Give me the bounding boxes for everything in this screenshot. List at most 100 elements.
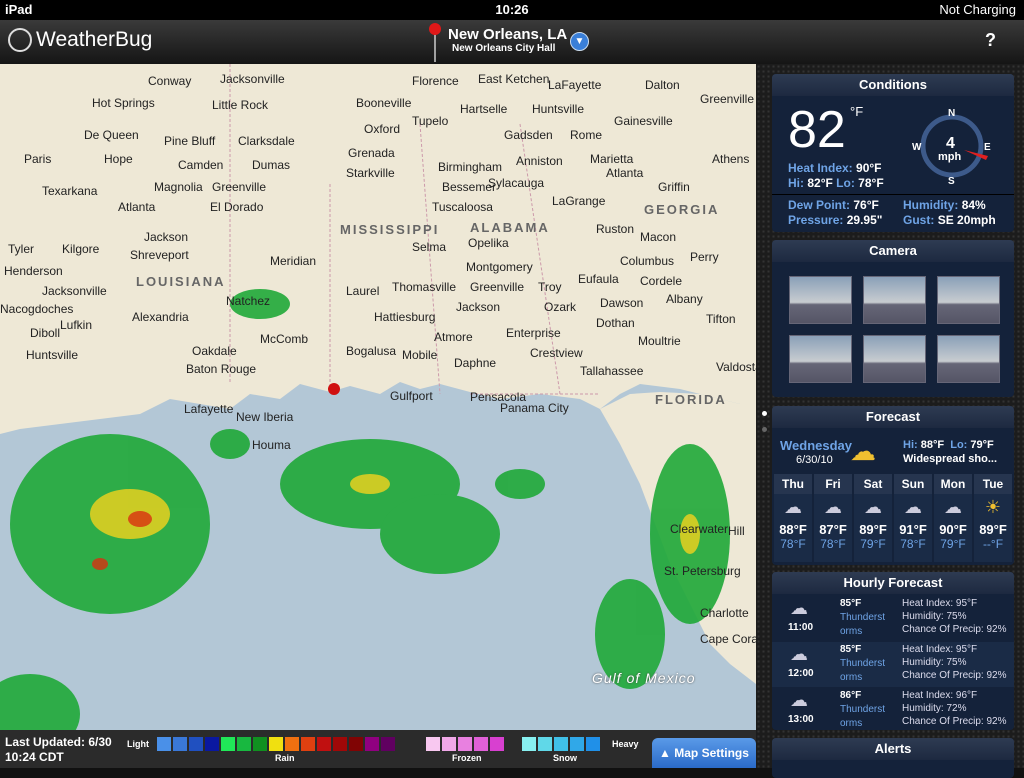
forecast-day[interactable]: Tue ☀ 89°F --°F	[974, 474, 1012, 562]
city-label: Greenville	[700, 92, 755, 106]
forecast-day[interactable]: Fri ☁ 87°F 78°F	[814, 474, 852, 562]
city-label: Enterprise	[506, 326, 561, 340]
panel-title: Camera	[772, 240, 1014, 262]
current-temp: 82	[788, 101, 846, 159]
forecast-panel[interactable]: Forecast Wednesday 6/30/10 ☁ Hi: 88°F Lo…	[772, 406, 1014, 565]
thunderstorm-icon: ☁	[784, 497, 802, 517]
hour-temp: 86°F	[840, 690, 862, 701]
forecast-summary: Widespread sho...	[903, 453, 998, 465]
day-high: 89°F	[979, 522, 1007, 537]
location-dropdown-button[interactable]: ▼	[570, 32, 589, 51]
city-label: Moultrie	[638, 334, 681, 348]
thunderstorm-sun-icon: ☁	[850, 436, 876, 466]
hourly-forecast-panel[interactable]: Hourly Forecast ☁ 11:00 85°F Thunderst orms…	[772, 572, 1014, 730]
alerts-panel[interactable]: Alerts	[772, 738, 1014, 778]
city-label: East Ketchen	[478, 72, 550, 86]
legend-swatch	[365, 737, 379, 751]
day-name: Mon	[934, 474, 972, 494]
city-label: Clarksdale	[238, 134, 295, 148]
location-selector[interactable]: New Orleans, LA New Orleans City Hall	[448, 26, 567, 54]
city-label: Conway	[148, 74, 192, 88]
water-label: Gulf of Mexico	[592, 670, 696, 686]
city-label: Atlanta	[606, 166, 644, 180]
camera-thumbnail[interactable]	[937, 276, 1000, 324]
day-low: 78°F	[820, 537, 846, 551]
hour-precip: Chance Of Precip: 92%	[902, 670, 1007, 681]
conditions-panel[interactable]: Conditions 82 °F Heat Index: 90°F Hi: 82…	[772, 74, 1014, 232]
city-label: Pine Bluff	[164, 134, 216, 148]
forecast-day[interactable]: Sun ☁ 91°F 78°F	[894, 474, 932, 562]
pressure-label: Pressure:	[788, 213, 844, 227]
forecast-day[interactable]: Thu ☁ 88°F 78°F	[774, 474, 812, 562]
page-indicator-active[interactable]	[762, 411, 767, 416]
hourly-row[interactable]: ☁ 13:00 86°F Thunderst orms Heat Index: 96°…	[772, 688, 1014, 730]
hour-temp: 85°F	[840, 598, 862, 609]
city-label: Henderson	[4, 264, 63, 278]
location-marker	[328, 383, 340, 395]
legend-snow: Snow	[553, 753, 577, 763]
city-label: Bogalusa	[346, 344, 397, 358]
legend-rain: Rain	[275, 753, 295, 763]
city-label: Natchez	[226, 294, 271, 308]
help-button[interactable]: ?	[985, 30, 996, 51]
city-label: Rome	[570, 128, 603, 142]
radar-legend: Last Updated: 6/30 10:24 CDT Light Heavy …	[0, 730, 756, 768]
legend-swatch	[157, 737, 171, 751]
updated-time: 10:24 CDT	[5, 750, 64, 764]
radar-map[interactable]: LOUISIANA MISSISSIPPI ALABAMA GEORGIA FL…	[0, 64, 756, 730]
camera-thumbnail[interactable]	[789, 276, 852, 324]
day-name: Fri	[814, 474, 852, 494]
hour-time: 13:00	[788, 714, 814, 725]
map-settings-button[interactable]: ▲ Map Settings	[652, 738, 756, 768]
city-label: Paris	[24, 152, 52, 166]
day-name: Thu	[774, 474, 812, 494]
location-name: New Orleans, LA	[448, 26, 568, 43]
camera-thumbnail[interactable]	[863, 335, 926, 383]
hourly-row[interactable]: ☁ 11:00 85°F Thunderst orms Heat Index: 95°…	[772, 596, 1014, 641]
forecast-day[interactable]: Mon ☁ 90°F 79°F	[934, 474, 972, 562]
forecast-day[interactable]: Sat ☁ 89°F 79°F	[854, 474, 892, 562]
temp-unit: °F	[850, 104, 864, 119]
city-label: Huntsville	[532, 102, 585, 116]
city-label: Tallahassee	[580, 364, 644, 378]
city-label: Hartselle	[460, 102, 508, 116]
city-label: Jacksonville	[220, 72, 285, 86]
legend-swatch	[333, 737, 347, 751]
city-label: Dawson	[600, 296, 644, 310]
city-label: Camden	[178, 158, 224, 172]
hourly-row[interactable]: ☁ 12:00 85°F Thunderst orms Heat Index: 95°…	[772, 642, 1014, 687]
legend-swatch	[317, 737, 331, 751]
svg-text:S: S	[948, 176, 955, 187]
clock: 10:26	[495, 2, 529, 17]
dew-point: 76°F	[853, 198, 879, 212]
legend-swatch	[538, 737, 552, 751]
legend-swatch	[586, 737, 600, 751]
camera-thumbnail[interactable]	[863, 276, 926, 324]
city-label: LaGrange	[552, 194, 606, 208]
city-label: Opelika	[468, 236, 509, 250]
battery-status: Not Charging	[939, 2, 1016, 17]
city-label: Ruston	[596, 222, 635, 236]
city-label: Marietta	[590, 152, 634, 166]
gust: SE 20mph	[937, 213, 996, 227]
city-label: Daphne	[454, 356, 497, 370]
legend-swatch	[237, 737, 251, 751]
panel-title: Hourly Forecast	[772, 572, 1014, 594]
legend-swatch	[570, 737, 584, 751]
city-label: Cordele	[640, 274, 683, 288]
nav-bar: WeatherBug New Orleans, LA New Orleans C…	[0, 20, 1024, 64]
camera-thumbnail[interactable]	[937, 335, 1000, 383]
page-indicator[interactable]	[762, 427, 767, 432]
last-updated: Last Updated: 6/30 10:24 CDT	[5, 735, 112, 765]
city-label: Booneville	[356, 96, 412, 110]
camera-panel[interactable]: Camera	[772, 240, 1014, 397]
city-label: Perry	[690, 250, 719, 264]
hour-condition: orms	[840, 672, 863, 683]
camera-thumbnail[interactable]	[789, 335, 852, 383]
city-label: Oxford	[364, 122, 401, 136]
hour-condition: Thunderst	[840, 704, 886, 715]
city-label: Jackson	[456, 300, 501, 314]
legend-swatch	[221, 737, 235, 751]
city-label: Jackson	[144, 230, 189, 244]
legend-swatch	[205, 737, 219, 751]
